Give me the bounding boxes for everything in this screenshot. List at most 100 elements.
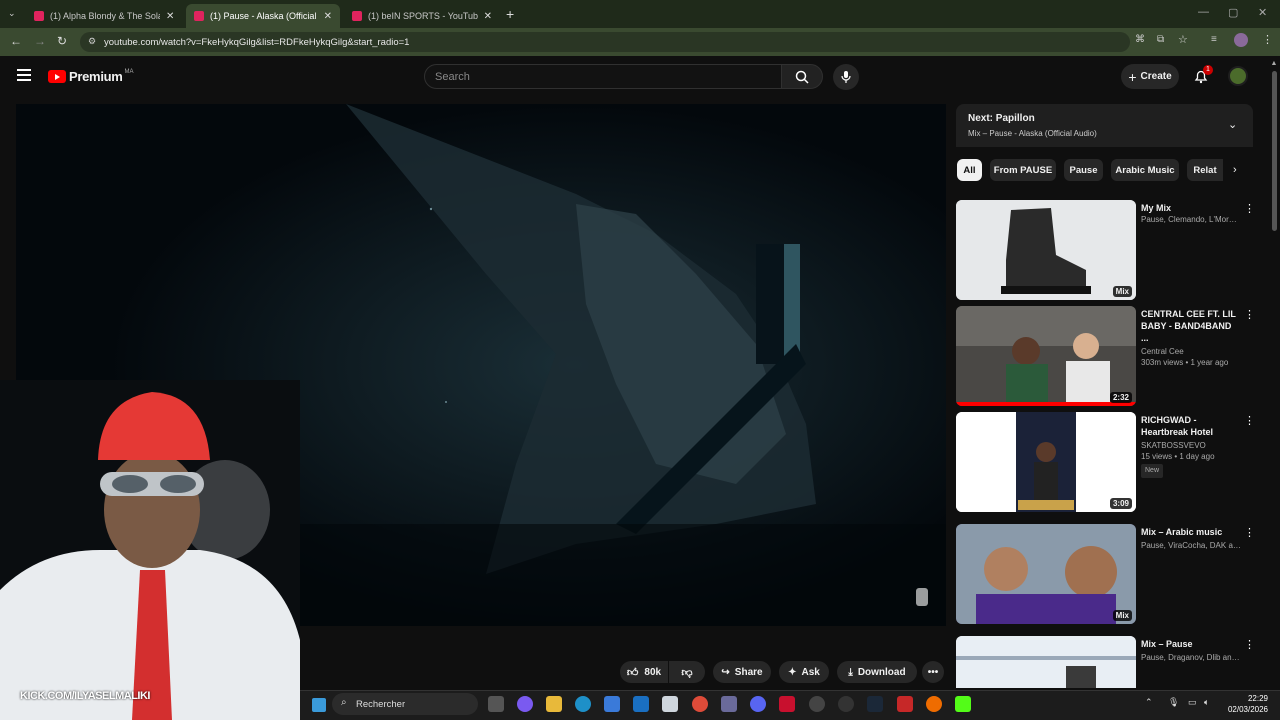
youtube-premium-logo[interactable]: Premium MA — [48, 69, 134, 84]
more-actions-button[interactable]: ••• — [922, 661, 944, 683]
back-icon[interactable]: ← — [10, 34, 22, 48]
list-item[interactable]: 3:09 RICHGWAD - Heartbreak Hotel SKATBOS… — [956, 412, 1256, 514]
chip-arabic-music[interactable]: Arabic Music — [1111, 159, 1179, 181]
maximize-icon[interactable]: ▢ — [1228, 6, 1238, 19]
tray-chevron-up-icon[interactable]: ⌃ — [1145, 697, 1153, 708]
browser-toolbar: ← → ↻ ⚙ youtube.com/watch?v=FkeHykqGilg&… — [0, 28, 1280, 56]
acrobat-icon[interactable] — [779, 696, 795, 712]
more-vertical-icon[interactable]: ⋮ — [1244, 202, 1255, 215]
volume-tray-icon[interactable]: 🔈︎ — [1204, 697, 1209, 708]
taskbar-clock[interactable]: 22:29 02/03/2026 — [1222, 693, 1268, 715]
share-icon: ↪ — [721, 666, 730, 678]
close-window-icon[interactable]: ✕ — [1258, 6, 1267, 19]
reload-icon[interactable]: ↻ — [57, 34, 67, 48]
video-thumbnail[interactable] — [956, 636, 1136, 688]
video-title[interactable]: RICHGWAD - Heartbreak Hotel SKATBOSSVEVO… — [1141, 414, 1241, 478]
outlook-icon[interactable] — [633, 696, 649, 712]
windows-start-icon[interactable] — [312, 698, 326, 712]
chip-related[interactable]: Relat — [1187, 159, 1223, 181]
video-title[interactable]: Mix – Arabic music Pause, ViraCocha, DAK… — [1141, 526, 1241, 551]
video-thumbnail[interactable]: Mix — [956, 524, 1136, 624]
steam-icon[interactable] — [867, 696, 883, 712]
thumbs-down-icon: 👎︎ — [681, 666, 693, 679]
close-icon[interactable]: ✕ — [166, 11, 174, 22]
app-icon[interactable] — [838, 696, 854, 712]
tab-search-icon[interactable]: ⌄ — [8, 8, 16, 19]
address-bar[interactable]: ⚙ youtube.com/watch?v=FkeHykqGilg&list=R… — [80, 32, 1130, 52]
network-tray-icon[interactable]: ▭ — [1188, 697, 1197, 708]
microphone-tray-icon[interactable]: 🎙︎ — [1168, 697, 1179, 708]
hamburger-menu-icon[interactable] — [17, 69, 31, 81]
more-vertical-icon[interactable]: ⋮ — [1244, 308, 1255, 321]
scroll-up-arrow-icon[interactable]: ▲ — [1270, 60, 1278, 67]
download-button[interactable]: ⤓ Download — [837, 661, 917, 683]
tab-search-list-icon[interactable]: ≡ — [1211, 34, 1217, 45]
voice-search-button[interactable] — [833, 64, 859, 90]
list-item[interactable]: Mix My Mix Pause, Clemando, L'Morphine .… — [956, 200, 1256, 302]
share-button[interactable]: ↪ Share — [713, 661, 771, 683]
scroll-thumb[interactable] — [1271, 71, 1277, 231]
create-button[interactable]: + Create — [1121, 64, 1179, 89]
edge-icon[interactable] — [575, 696, 591, 712]
more-vertical-icon[interactable]: ⋮ — [1244, 638, 1255, 651]
tab-alpha-blondy[interactable]: (1) Alpha Blondy & The Solar Sy ✕ — [26, 4, 186, 28]
chrome-icon[interactable] — [692, 696, 708, 712]
video-thumbnail[interactable]: 3:09 — [956, 412, 1136, 512]
ask-label: Ask — [801, 666, 820, 678]
chevron-down-icon[interactable]: ⌄ — [1228, 118, 1237, 131]
video-title-text: Mix – Pause — [1141, 639, 1193, 649]
brave-icon[interactable] — [926, 696, 942, 712]
taskbar-search[interactable]: ⌕ Rechercher — [332, 693, 478, 715]
profile-avatar[interactable] — [1234, 33, 1248, 47]
photos-icon[interactable] — [662, 696, 678, 712]
copilot-icon[interactable] — [517, 696, 533, 712]
translate-icon[interactable]: ⌘ — [1135, 34, 1145, 45]
webcam-overlay — [0, 380, 300, 720]
bookmark-star-icon[interactable]: ☆ — [1178, 33, 1188, 46]
minimize-icon[interactable]: — — [1198, 6, 1209, 18]
game-controller-icon[interactable] — [721, 696, 737, 712]
new-tab-button[interactable]: + — [506, 6, 514, 22]
video-thumbnail[interactable]: Mix — [956, 200, 1136, 300]
video-title[interactable]: CENTRAL CEE FT. LIL BABY - BAND4BAND ...… — [1141, 308, 1241, 368]
new-badge: New — [1141, 464, 1164, 478]
chip-from-pause[interactable]: From PAUSE — [990, 159, 1056, 181]
browser-menu-icon[interactable]: ⋮ — [1262, 33, 1273, 46]
site-info-icon[interactable]: ⚙ — [88, 36, 96, 47]
page-scrollbar[interactable]: ▲ — [1270, 60, 1278, 700]
tab-pause-alaska[interactable]: (1) Pause - Alaska (Official Audi ✕ — [186, 4, 340, 28]
obs-icon[interactable] — [809, 696, 825, 712]
chevron-right-icon[interactable]: › — [1233, 164, 1237, 176]
account-avatar[interactable] — [1228, 66, 1248, 86]
kick-app-icon[interactable] — [955, 696, 971, 712]
chip-pause[interactable]: Pause — [1064, 159, 1103, 181]
tab-bein-sports[interactable]: (1) beIN SPORTS - YouTube ✕ — [344, 4, 500, 28]
close-icon[interactable]: ✕ — [324, 11, 332, 22]
list-item[interactable]: 2:32 CENTRAL CEE FT. LIL BABY - BAND4BAN… — [956, 306, 1256, 408]
list-item[interactable]: Mix Mix – Arabic music Pause, ViraCocha,… — [956, 524, 1256, 626]
task-view-icon[interactable] — [488, 696, 504, 712]
thumbs-up-icon: 👍︎ — [626, 666, 639, 679]
file-explorer-icon[interactable] — [546, 696, 562, 712]
ask-button[interactable]: ✦ Ask — [779, 661, 829, 683]
more-vertical-icon[interactable]: ⋮ — [1244, 526, 1255, 539]
list-item[interactable]: Mix – Pause Pause, Draganov, Dlib and mo… — [956, 636, 1256, 688]
news-app-icon[interactable] — [897, 696, 913, 712]
video-title[interactable]: My Mix Pause, Clemando, L'Morphine ... — [1141, 202, 1241, 225]
video-title[interactable]: Mix – Pause Pause, Draganov, Dlib and mo… — [1141, 638, 1241, 663]
up-next-panel[interactable]: Next: Papillon Mix – Pause - Alaska (Off… — [956, 104, 1253, 147]
more-vertical-icon[interactable]: ⋮ — [1244, 414, 1255, 427]
close-icon[interactable]: ✕ — [484, 11, 492, 22]
like-button[interactable]: 👍︎ 80k — [620, 661, 668, 683]
dislike-button[interactable]: 👎︎ — [669, 661, 705, 683]
forward-icon[interactable]: → — [34, 34, 46, 48]
video-thumbnail[interactable]: 2:32 — [956, 306, 1136, 406]
video-meta: 15 views • 1 day ago — [1141, 452, 1215, 461]
chip-all[interactable]: All — [957, 159, 982, 181]
store-icon[interactable] — [604, 696, 620, 712]
search-button[interactable] — [781, 64, 823, 89]
tab-label: (1) Pause - Alaska (Official Audi — [210, 11, 318, 21]
cast-icon[interactable]: ⧉ — [1157, 34, 1164, 45]
discord-icon[interactable] — [750, 696, 766, 712]
search-input[interactable]: Search — [424, 64, 782, 89]
